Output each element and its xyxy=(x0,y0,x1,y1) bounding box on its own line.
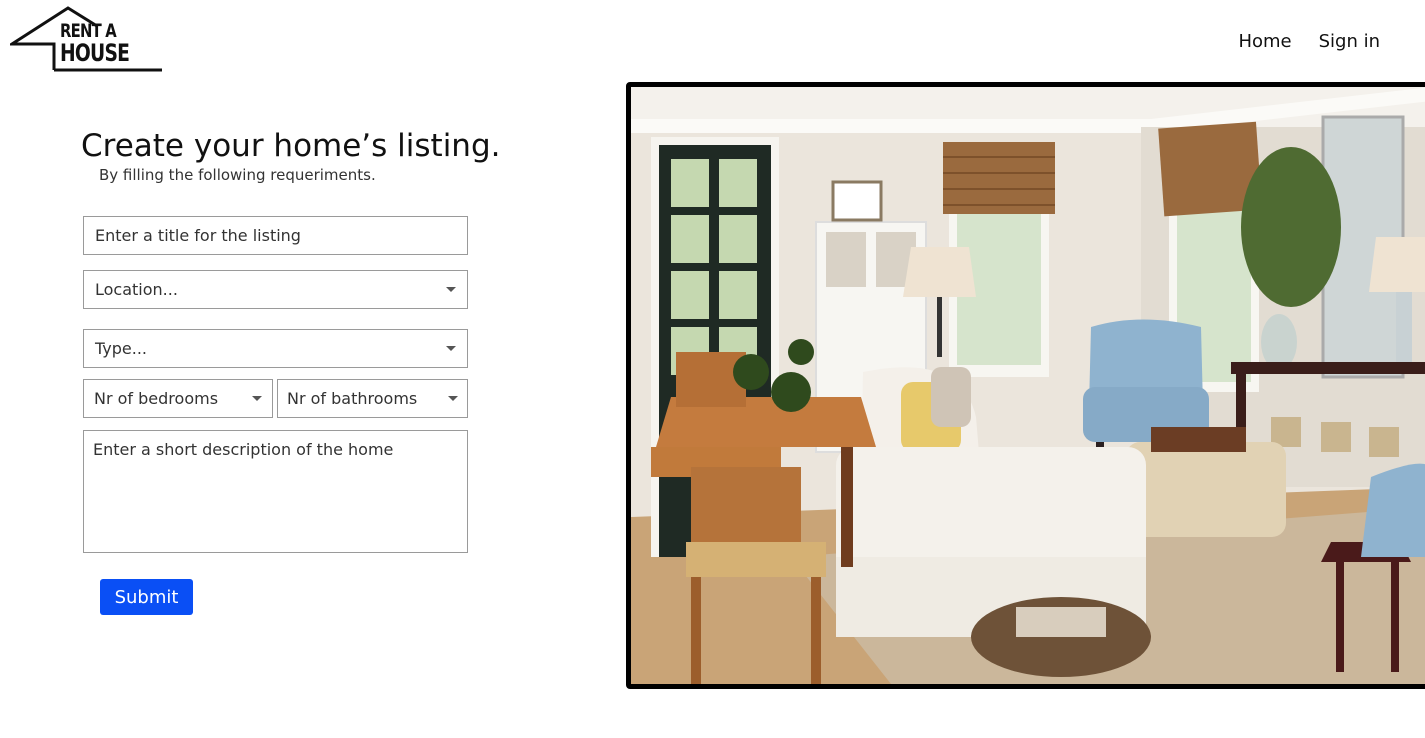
page-subtitle: By filling the following requeriments. xyxy=(99,166,376,184)
location-select[interactable]: Location... xyxy=(83,270,468,309)
type-select[interactable]: Type... xyxy=(83,329,468,368)
chevron-down-icon xyxy=(446,287,456,292)
chevron-down-icon xyxy=(446,346,456,351)
nav-sign-in-link[interactable]: Sign in xyxy=(1319,31,1380,52)
bedrooms-select[interactable]: Nr of bedrooms xyxy=(83,379,273,418)
type-select-value: Type... xyxy=(95,339,148,358)
top-nav: Home Sign in xyxy=(1238,31,1380,52)
living-room-image xyxy=(626,82,1425,689)
chevron-down-icon xyxy=(252,396,262,401)
description-textarea[interactable]: Enter a short description of the home xyxy=(83,430,468,553)
bathrooms-select-value: Nr of bathrooms xyxy=(287,389,418,408)
logo-text: RENT A HOUSE xyxy=(60,22,130,67)
submit-button[interactable]: Submit xyxy=(100,579,193,615)
listing-title-input[interactable]: Enter a title for the listing xyxy=(83,216,468,255)
listing-title-placeholder: Enter a title for the listing xyxy=(95,226,301,245)
bedrooms-select-value: Nr of bedrooms xyxy=(94,389,219,408)
nav-home-link[interactable]: Home xyxy=(1238,31,1291,52)
description-placeholder: Enter a short description of the home xyxy=(93,440,394,459)
location-select-value: Location... xyxy=(95,280,178,299)
logo[interactable]: RENT A HOUSE xyxy=(10,6,166,74)
bathrooms-select[interactable]: Nr of bathrooms xyxy=(277,379,468,418)
chevron-down-icon xyxy=(448,396,458,401)
page-title: Create your home’s listing. xyxy=(81,128,501,164)
logo-line-2: HOUSE xyxy=(60,39,130,67)
